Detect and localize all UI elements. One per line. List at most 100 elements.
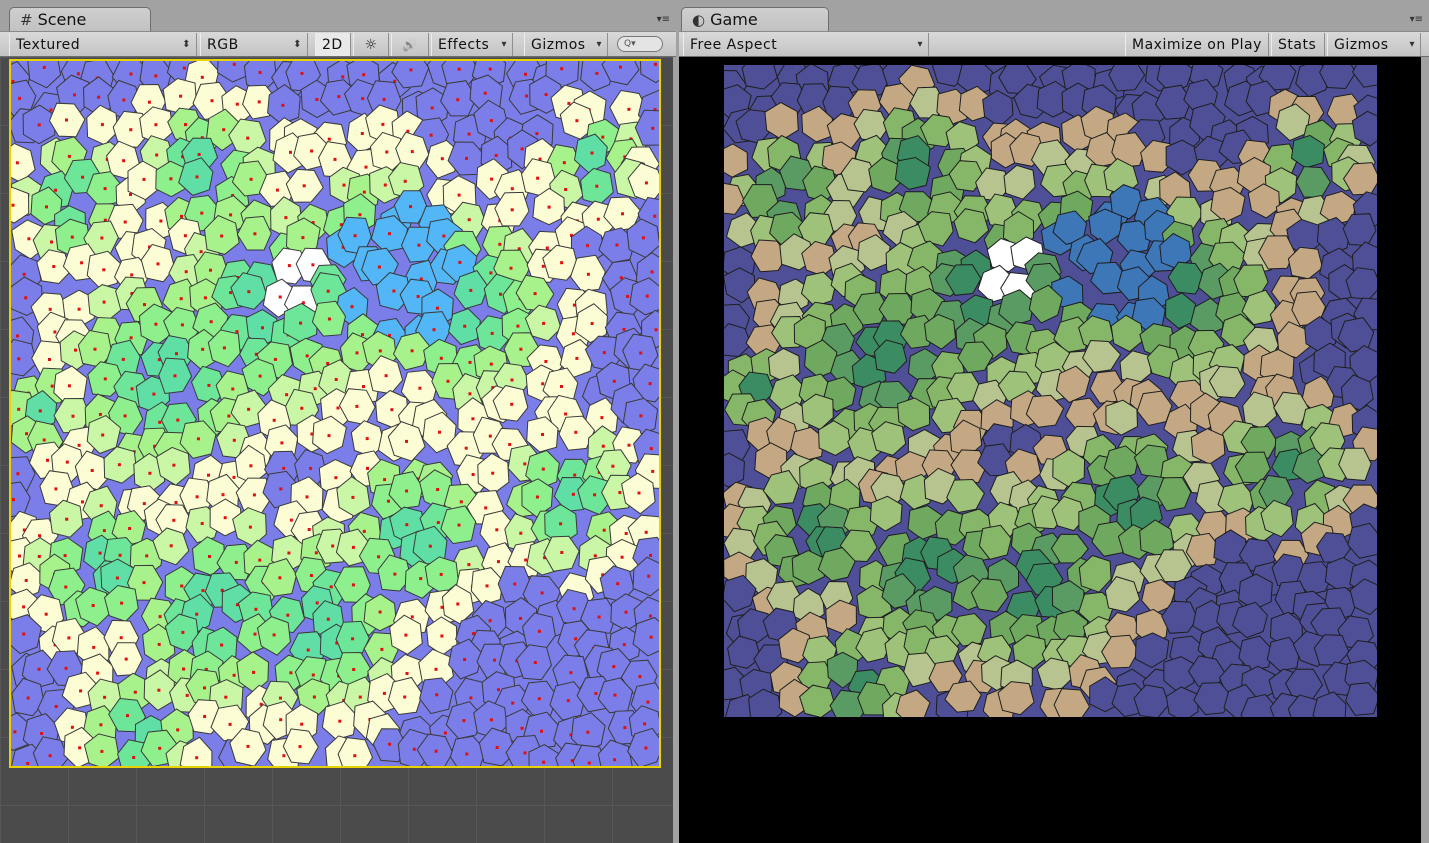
scene-lighting-button[interactable]: ☼ — [353, 33, 389, 56]
tab-game[interactable]: ◐ Game — [681, 7, 829, 31]
site-marker — [314, 551, 318, 555]
site-marker — [542, 760, 546, 764]
site-marker — [341, 75, 345, 79]
site-marker — [67, 636, 71, 640]
site-marker — [156, 262, 160, 266]
site-marker — [200, 75, 204, 79]
site-marker — [174, 501, 178, 504]
site-marker — [484, 506, 488, 510]
site-marker — [613, 693, 617, 697]
site-marker — [519, 531, 523, 535]
tab-scene[interactable]: # Scene — [9, 7, 151, 31]
shading-mode-dropdown[interactable]: Textured ⬍ — [9, 33, 197, 56]
site-marker — [362, 529, 366, 533]
site-marker — [235, 330, 239, 334]
site-marker — [249, 177, 253, 181]
site-marker — [221, 493, 225, 497]
site-marker — [409, 205, 413, 209]
site-marker — [184, 270, 188, 274]
site-marker — [246, 136, 250, 140]
site-marker — [309, 466, 313, 470]
site-marker — [542, 321, 546, 325]
site-marker — [489, 718, 493, 722]
effects-dropdown[interactable]: Effects ▾ — [431, 33, 513, 56]
game-gizmos-dropdown[interactable]: Gizmos ▾ — [1327, 33, 1421, 56]
render-mode-dropdown[interactable]: RGB ⬍ — [200, 33, 308, 56]
site-marker — [516, 324, 520, 328]
site-marker — [27, 237, 31, 241]
site-marker — [261, 326, 264, 330]
site-marker — [46, 458, 49, 462]
site-marker — [25, 432, 29, 436]
site-marker — [232, 438, 236, 442]
scene-search-input[interactable]: Q▾ — [617, 36, 663, 52]
site-marker — [181, 630, 185, 634]
site-marker — [383, 183, 387, 187]
site-marker — [545, 246, 549, 250]
site-marker — [362, 190, 366, 194]
site-marker — [287, 551, 291, 555]
site-marker — [571, 492, 575, 496]
site-marker — [564, 412, 568, 416]
site-marker — [210, 99, 214, 103]
toggle-2d-button[interactable]: 2D — [315, 33, 351, 56]
site-marker — [70, 235, 74, 239]
site-marker — [143, 303, 146, 307]
site-marker — [620, 555, 624, 559]
site-marker — [331, 544, 335, 548]
site-marker — [436, 306, 439, 310]
site-marker — [229, 291, 233, 295]
site-marker — [172, 518, 176, 522]
site-marker — [650, 270, 654, 274]
site-marker — [495, 528, 499, 532]
site-marker — [179, 297, 183, 301]
site-marker — [624, 610, 628, 614]
scene-gizmos-dropdown[interactable]: Gizmos ▾ — [524, 33, 608, 56]
site-marker — [252, 493, 256, 497]
site-marker — [651, 126, 655, 130]
site-marker — [300, 722, 304, 726]
scene-voronoi-map[interactable] — [9, 59, 661, 768]
maximize-on-play-toggle[interactable]: Maximize on Play — [1125, 33, 1269, 56]
site-marker — [122, 159, 126, 163]
site-marker — [203, 296, 207, 300]
site-marker — [355, 404, 359, 408]
site-marker — [435, 693, 439, 697]
site-marker — [342, 183, 346, 187]
site-marker — [465, 752, 469, 756]
site-marker — [22, 272, 26, 276]
site-marker — [405, 439, 408, 443]
site-marker — [155, 153, 159, 157]
scene-panel-menu-icon[interactable]: ▾≡ — [657, 14, 670, 25]
chevron-down-icon: ▾ — [501, 39, 507, 50]
site-marker — [562, 161, 566, 165]
site-marker — [71, 414, 75, 418]
site-marker — [180, 584, 184, 588]
site-marker — [286, 613, 290, 617]
aspect-dropdown[interactable]: Free Aspect ▾ — [683, 33, 929, 56]
site-marker — [12, 498, 15, 502]
game-panel-menu-icon[interactable]: ▾≡ — [1410, 14, 1423, 25]
site-marker — [195, 756, 199, 760]
site-marker — [196, 437, 200, 441]
site-marker — [130, 273, 134, 277]
site-marker — [595, 71, 599, 75]
site-marker — [64, 666, 68, 670]
site-marker — [569, 671, 573, 675]
site-marker — [384, 374, 388, 378]
site-marker — [643, 722, 647, 726]
site-marker — [15, 161, 19, 165]
site-marker — [488, 619, 492, 623]
stats-toggle[interactable]: Stats — [1271, 33, 1325, 56]
chevron-down-icon: ▾ — [596, 39, 602, 50]
site-marker — [649, 635, 653, 639]
site-marker — [65, 517, 69, 521]
site-marker — [436, 488, 440, 491]
scene-audio-button[interactable]: 🔊 — [391, 33, 429, 56]
site-marker — [18, 96, 22, 100]
site-marker — [377, 555, 381, 559]
site-marker — [195, 495, 199, 499]
site-marker — [123, 220, 127, 224]
site-marker — [619, 276, 623, 280]
site-marker — [459, 500, 463, 504]
